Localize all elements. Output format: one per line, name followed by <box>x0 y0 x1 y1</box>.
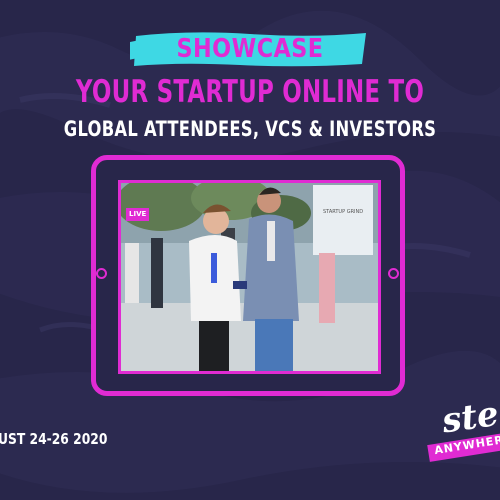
step-anywhere-logo: step ANYWHERE <box>418 391 500 470</box>
event-date: UST 24-26 2020 <box>0 430 108 448</box>
tablet-home-button <box>388 268 399 279</box>
live-badge: LIVE <box>126 208 150 221</box>
tablet-camera-dot <box>96 268 107 279</box>
event-photo: STARTUP GRIND <box>121 183 378 371</box>
banner-text: STARTUP GRIND <box>323 209 363 215</box>
showcase-badge: SHOWCASE <box>130 28 370 70</box>
tablet-screen-photo: STARTUP GRIND LIVE <box>118 180 381 374</box>
headline-line-3: GLOBAL ATTENDEES, VCS & INVESTORS <box>63 117 437 141</box>
headline-line-2: YOUR STARTUP ONLINE TO <box>75 74 425 110</box>
logo-word: step <box>439 390 500 442</box>
showcase-label: SHOWCASE <box>176 34 324 64</box>
